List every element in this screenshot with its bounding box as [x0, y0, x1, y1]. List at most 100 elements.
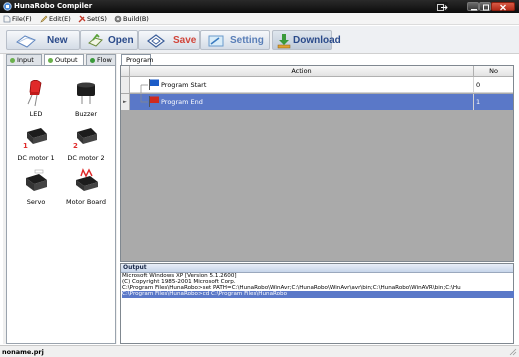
row-header: ► — [121, 94, 130, 110]
led-icon — [27, 80, 42, 107]
build-icon — [114, 15, 122, 23]
new-label: New — [47, 35, 68, 46]
palette-item-motor-board[interactable]: Motor Board — [61, 168, 111, 210]
file-icon — [3, 15, 11, 23]
palette-item-dc-motor-2[interactable]: 2 DC motor 2 — [61, 124, 111, 166]
palette-item-motor-board-label: Motor Board — [66, 198, 106, 206]
menu-file-label: File(F) — [12, 15, 32, 23]
output-panel: Output Microsoft Windows XP [Version 5.1… — [120, 263, 514, 344]
palette-item-led[interactable]: LED — [11, 80, 61, 122]
palette-item-dc-motor-2-label: DC motor 2 — [67, 154, 105, 162]
menu-edit[interactable]: Edit(E) — [40, 14, 74, 24]
flow-tab-icon — [90, 58, 95, 63]
output-title: Output — [123, 264, 147, 271]
minimize-button[interactable] — [467, 2, 479, 11]
tab-output[interactable]: Output — [44, 54, 84, 65]
tools-icon — [78, 15, 86, 23]
column-header-action[interactable]: Action — [130, 66, 474, 77]
tab-output-label: Output — [55, 56, 78, 64]
palette-item-led-label: LED — [29, 110, 43, 118]
motor-badge-2: 2 — [73, 142, 78, 150]
tab-input-label: Input — [17, 56, 34, 64]
component-palette: Input Output Flow LED Buzzer 1 DC motor … — [3, 54, 117, 344]
switch-window-button[interactable] — [435, 2, 448, 11]
row-number: 0 — [476, 81, 481, 89]
palette-item-dc-motor-1[interactable]: 1 DC motor 1 — [11, 124, 61, 166]
action-text: Program End — [161, 98, 203, 106]
setting-label: Setting — [230, 35, 264, 46]
new-button[interactable]: New — [6, 30, 80, 50]
new-file-icon — [16, 35, 36, 48]
dc-motor-icon: 1 — [23, 128, 47, 150]
action-text: Program Start — [161, 81, 207, 89]
status-filename: noname.prj — [2, 348, 44, 356]
menu-edit-label: Edit(E) — [49, 15, 71, 23]
menu-set[interactable]: Set(S) — [78, 14, 110, 24]
palette-items: LED Buzzer 1 DC motor 1 2 DC motor 2 Ser… — [6, 65, 116, 344]
robot-app-icon — [3, 2, 12, 11]
close-icon — [500, 4, 506, 11]
toolbar: New Open Save Setting Download — [0, 26, 519, 54]
arrow-right-icon — [437, 4, 448, 11]
open-button[interactable]: Open — [80, 30, 138, 50]
setting-button[interactable]: Setting — [200, 30, 270, 50]
tree-line-icon — [140, 94, 148, 103]
tab-flow[interactable]: Flow — [86, 54, 116, 65]
maximize-button[interactable] — [479, 2, 491, 11]
menu-bar: File(F) Edit(E) Set(S) Build(B) — [0, 13, 519, 25]
action-cell[interactable]: Program Start — [130, 77, 474, 93]
column-header-no[interactable]: No — [474, 66, 513, 77]
save-label: Save — [173, 35, 197, 46]
resize-grip-icon[interactable] — [508, 347, 517, 356]
blue-flag-icon — [149, 79, 159, 90]
download-button[interactable]: Download — [272, 30, 341, 50]
menu-build[interactable]: Build(B) — [114, 14, 150, 24]
close-button[interactable] — [491, 2, 515, 11]
row-header-corner — [121, 66, 130, 77]
save-icon — [147, 34, 165, 48]
current-row-arrow-icon: ► — [123, 99, 127, 105]
output-tab-icon — [48, 58, 53, 63]
minimize-icon — [471, 9, 477, 11]
output-header: Output — [121, 264, 513, 273]
edit-icon — [40, 15, 48, 23]
palette-item-buzzer-label: Buzzer — [74, 110, 98, 118]
menu-set-label: Set(S) — [87, 15, 107, 23]
window-title: HunaRobo Compiler — [14, 2, 93, 10]
output-console[interactable]: Microsoft Windows XP [Version 5.1.2600] … — [122, 273, 514, 343]
tab-program[interactable]: Program — [121, 54, 154, 65]
palette-item-buzzer[interactable]: Buzzer — [61, 80, 111, 122]
tab-flow-label: Flow — [97, 56, 112, 64]
setting-icon — [208, 35, 224, 47]
motor-badge-1: 1 — [23, 142, 28, 150]
title-bar: HunaRobo Compiler — [0, 0, 519, 13]
open-label: Open — [108, 35, 134, 46]
action-cell[interactable]: Program End — [130, 94, 474, 110]
output-line: C:\Program Files\HunaRobo>cd C:\Program … — [122, 291, 514, 298]
row-header — [121, 77, 130, 93]
no-cell[interactable]: 0 — [474, 77, 513, 93]
status-bar: noname.prj — [0, 345, 519, 357]
program-grid: Action No Program Start 0 ► Program End … — [120, 65, 514, 262]
table-row[interactable]: Program Start 0 — [121, 77, 513, 93]
motor-board-icon — [76, 168, 98, 191]
no-cell[interactable]: 1 — [474, 94, 513, 110]
menu-build-label: Build(B) — [123, 15, 149, 23]
dc-motor-icon: 2 — [73, 128, 97, 150]
palette-item-servo[interactable]: Servo — [11, 168, 61, 210]
tab-input[interactable]: Input — [6, 54, 42, 65]
tree-line-icon — [140, 84, 148, 93]
tab-program-label: Program — [126, 56, 154, 64]
menu-file[interactable]: File(F) — [3, 14, 37, 24]
servo-icon — [26, 169, 47, 191]
palette-item-servo-label: Servo — [26, 198, 46, 206]
palette-item-dc-motor-1-label: DC motor 1 — [17, 154, 55, 162]
table-row[interactable]: ► Program End 1 — [121, 94, 513, 110]
download-label: Download — [293, 35, 341, 46]
buzzer-icon — [77, 82, 95, 104]
red-flag-icon — [149, 96, 159, 107]
input-tab-icon — [10, 58, 15, 63]
row-number: 1 — [476, 98, 481, 106]
download-icon — [277, 34, 291, 49]
save-button[interactable]: Save — [138, 30, 200, 50]
